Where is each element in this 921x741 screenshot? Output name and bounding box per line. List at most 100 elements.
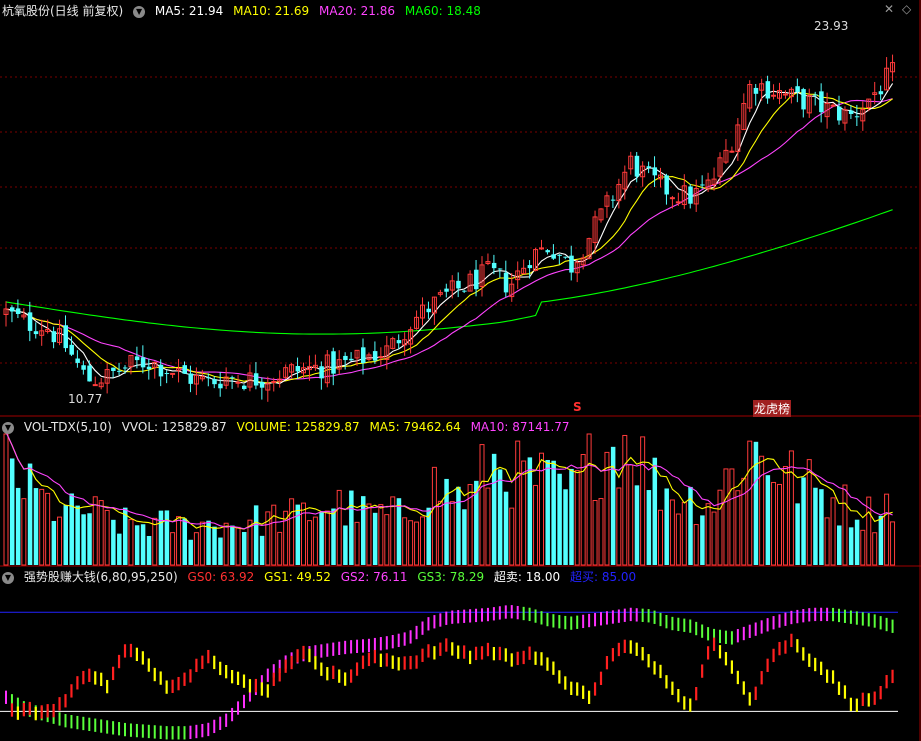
candle-down bbox=[140, 357, 146, 368]
candle-up bbox=[771, 94, 777, 97]
gs2-label: GS2: 76.11 bbox=[340, 570, 408, 584]
volume-bar-up bbox=[312, 516, 318, 566]
volume-bar-up bbox=[485, 487, 491, 566]
volume-bar-down bbox=[372, 512, 378, 565]
candle-up bbox=[92, 384, 98, 387]
ma10-label: MA10: 21.69 bbox=[233, 4, 310, 18]
volume-bar-down bbox=[837, 525, 842, 565]
candle-down bbox=[349, 358, 354, 361]
volume-bar-down bbox=[503, 491, 509, 565]
chevron-down-icon[interactable]: ▼ bbox=[2, 571, 14, 584]
volume-bar-down bbox=[795, 503, 800, 565]
candle-down bbox=[854, 116, 860, 118]
ma5-label: MA5: 21.94 bbox=[154, 4, 224, 18]
volume-bar-down bbox=[295, 504, 301, 565]
candle-down bbox=[819, 91, 824, 113]
volume-bar-up bbox=[771, 481, 777, 566]
candle-up bbox=[675, 201, 681, 204]
candle-down bbox=[878, 91, 884, 95]
candle-down bbox=[688, 186, 693, 204]
candle-up bbox=[729, 150, 735, 153]
volume-bar-up bbox=[235, 526, 241, 566]
candle-down bbox=[182, 365, 187, 374]
volume-bar-down bbox=[81, 514, 86, 565]
ma20-curve bbox=[5, 98, 893, 381]
volume-bar-up bbox=[640, 436, 646, 566]
candle-down bbox=[146, 366, 152, 370]
candle-down bbox=[87, 365, 92, 382]
candle-down bbox=[753, 87, 759, 94]
volume-bar-up bbox=[176, 516, 182, 566]
volume-bar-up bbox=[669, 499, 675, 566]
volume-bar-down bbox=[319, 512, 324, 565]
volume-bar-down bbox=[569, 468, 574, 565]
volume-bar-down bbox=[75, 505, 80, 565]
volume-bar-up bbox=[45, 492, 51, 566]
candle-down bbox=[444, 288, 449, 292]
diamond-icon[interactable]: ◇ bbox=[902, 2, 911, 16]
candle-down bbox=[33, 331, 39, 335]
volume-bar-up bbox=[598, 498, 604, 566]
signal-s-marker[interactable]: S bbox=[573, 400, 582, 414]
candle-down bbox=[813, 94, 818, 96]
candle-down bbox=[837, 106, 842, 121]
volume-bar-down bbox=[819, 489, 824, 565]
candle-down bbox=[610, 199, 616, 201]
volume-bar-down bbox=[557, 473, 562, 565]
volume-bar-down bbox=[69, 493, 74, 565]
volume-bar-down bbox=[218, 537, 223, 565]
volume-bars[interactable] bbox=[3, 433, 896, 566]
volume-bar-up bbox=[788, 450, 794, 566]
volume-bar-up bbox=[402, 517, 408, 566]
volume-bar-down bbox=[349, 490, 354, 565]
volume-bar-down bbox=[753, 441, 759, 565]
chevron-down-icon[interactable]: ▼ bbox=[2, 421, 14, 434]
candles[interactable] bbox=[3, 54, 896, 402]
lhb-marker[interactable]: 龙虎榜 bbox=[753, 400, 792, 417]
low-price-label: 10.77 bbox=[68, 392, 103, 406]
volume-bar-up bbox=[509, 507, 515, 566]
candle-down bbox=[75, 358, 80, 363]
volume-bar-up bbox=[39, 488, 45, 566]
candle-down bbox=[569, 255, 574, 273]
volume-bar-down bbox=[51, 520, 57, 565]
volume-bar-down bbox=[188, 539, 193, 565]
volume-bar-down bbox=[610, 446, 616, 565]
candle-down bbox=[218, 383, 223, 389]
volume-bar-down bbox=[9, 458, 15, 565]
candle-down bbox=[81, 365, 86, 370]
volume-bar-down bbox=[456, 486, 461, 565]
volume-bar-up bbox=[860, 529, 866, 566]
volume-bar-up bbox=[533, 484, 539, 566]
candle-down bbox=[646, 166, 652, 168]
volume-bar-up bbox=[366, 503, 372, 566]
vol-title: VOL-TDX(5,10) bbox=[23, 420, 112, 434]
volume-bar-down bbox=[140, 524, 146, 565]
volume-bar-up bbox=[431, 466, 437, 566]
volume-bar-up bbox=[277, 531, 283, 566]
volume-bar-up bbox=[521, 460, 527, 566]
ma10-curve bbox=[5, 91, 893, 384]
candle-down bbox=[164, 373, 170, 375]
volume-bar-down bbox=[396, 498, 402, 565]
volume-bar-down bbox=[462, 509, 467, 565]
volume-bar-up bbox=[98, 500, 104, 566]
ma60-line bbox=[5, 209, 893, 335]
candle-down bbox=[497, 268, 503, 270]
chevron-down-icon[interactable]: ▼ bbox=[133, 5, 146, 18]
high-price-label: 23.93 bbox=[814, 19, 849, 33]
volume-bar-down bbox=[212, 526, 217, 565]
candle-down bbox=[765, 81, 771, 99]
volume-bar-down bbox=[878, 515, 884, 565]
candle-down bbox=[9, 307, 15, 312]
volume-bar-down bbox=[361, 496, 366, 565]
candle-down bbox=[27, 312, 33, 331]
volume-bar-down bbox=[646, 490, 652, 565]
volume-bar-up bbox=[384, 514, 390, 566]
candle-down bbox=[652, 167, 658, 176]
close-icon[interactable]: ✕ bbox=[884, 2, 894, 16]
ind-title: 强势股赚大钱(6,80,95,250) bbox=[23, 570, 178, 584]
indicator[interactable] bbox=[0, 605, 898, 740]
volume-bar-down bbox=[765, 475, 771, 565]
stock-chart[interactable] bbox=[0, 0, 921, 741]
